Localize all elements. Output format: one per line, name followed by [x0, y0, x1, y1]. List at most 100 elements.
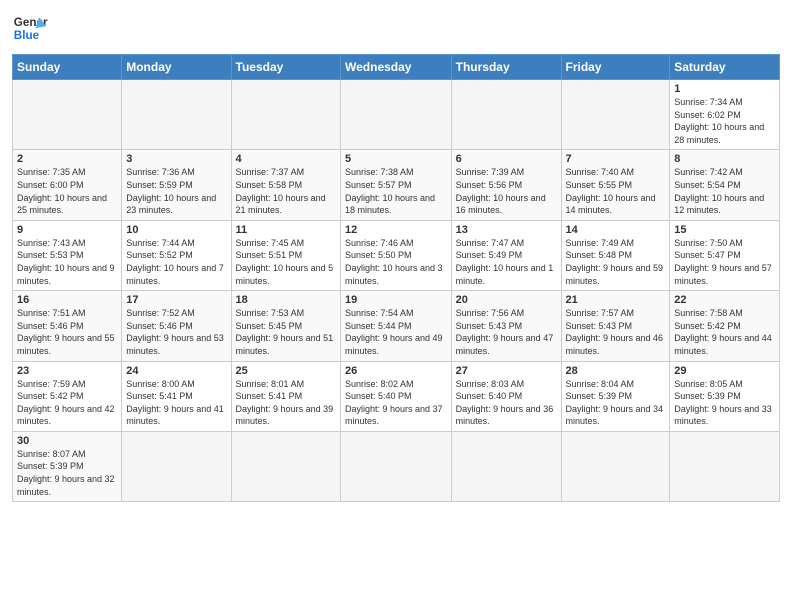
logo-icon: General Blue: [12, 10, 48, 46]
day-cell: [670, 431, 780, 501]
week-row-3: 16Sunrise: 7:51 AMSunset: 5:46 PMDayligh…: [13, 291, 780, 361]
day-cell: 13Sunrise: 7:47 AMSunset: 5:49 PMDayligh…: [451, 220, 561, 290]
day-number: 30: [17, 435, 117, 447]
day-info: Sunrise: 7:47 AMSunset: 5:49 PMDaylight:…: [456, 237, 557, 287]
day-info: Sunrise: 7:37 AMSunset: 5:58 PMDaylight:…: [236, 166, 336, 216]
weekday-friday: Friday: [561, 55, 670, 80]
day-number: 15: [674, 224, 775, 236]
day-info: Sunrise: 7:45 AMSunset: 5:51 PMDaylight:…: [236, 237, 336, 287]
day-info: Sunrise: 7:42 AMSunset: 5:54 PMDaylight:…: [674, 166, 775, 216]
day-number: 8: [674, 153, 775, 165]
day-info: Sunrise: 7:43 AMSunset: 5:53 PMDaylight:…: [17, 237, 117, 287]
day-info: Sunrise: 7:50 AMSunset: 5:47 PMDaylight:…: [674, 237, 775, 287]
day-cell: 10Sunrise: 7:44 AMSunset: 5:52 PMDayligh…: [122, 220, 231, 290]
day-cell: [122, 431, 231, 501]
day-number: 3: [126, 153, 226, 165]
day-cell: 17Sunrise: 7:52 AMSunset: 5:46 PMDayligh…: [122, 291, 231, 361]
day-cell: 8Sunrise: 7:42 AMSunset: 5:54 PMDaylight…: [670, 150, 780, 220]
svg-text:Blue: Blue: [14, 29, 40, 42]
day-info: Sunrise: 7:36 AMSunset: 5:59 PMDaylight:…: [126, 166, 226, 216]
day-info: Sunrise: 8:03 AMSunset: 5:40 PMDaylight:…: [456, 378, 557, 428]
day-info: Sunrise: 8:05 AMSunset: 5:39 PMDaylight:…: [674, 378, 775, 428]
day-cell: [341, 431, 452, 501]
day-cell: 20Sunrise: 7:56 AMSunset: 5:43 PMDayligh…: [451, 291, 561, 361]
day-cell: 6Sunrise: 7:39 AMSunset: 5:56 PMDaylight…: [451, 150, 561, 220]
day-number: 29: [674, 365, 775, 377]
day-info: Sunrise: 7:51 AMSunset: 5:46 PMDaylight:…: [17, 307, 117, 357]
day-number: 18: [236, 294, 336, 306]
day-info: Sunrise: 7:34 AMSunset: 6:02 PMDaylight:…: [674, 96, 775, 146]
day-number: 1: [674, 83, 775, 95]
day-info: Sunrise: 7:44 AMSunset: 5:52 PMDaylight:…: [126, 237, 226, 287]
day-number: 20: [456, 294, 557, 306]
week-row-2: 9Sunrise: 7:43 AMSunset: 5:53 PMDaylight…: [13, 220, 780, 290]
day-number: 19: [345, 294, 447, 306]
day-number: 16: [17, 294, 117, 306]
day-number: 12: [345, 224, 447, 236]
day-cell: 7Sunrise: 7:40 AMSunset: 5:55 PMDaylight…: [561, 150, 670, 220]
day-number: 10: [126, 224, 226, 236]
logo: General Blue: [12, 10, 48, 46]
day-cell: 30Sunrise: 8:07 AMSunset: 5:39 PMDayligh…: [13, 431, 122, 501]
day-cell: 18Sunrise: 7:53 AMSunset: 5:45 PMDayligh…: [231, 291, 340, 361]
day-cell: 12Sunrise: 7:46 AMSunset: 5:50 PMDayligh…: [341, 220, 452, 290]
day-number: 4: [236, 153, 336, 165]
day-cell: [561, 431, 670, 501]
day-cell: 27Sunrise: 8:03 AMSunset: 5:40 PMDayligh…: [451, 361, 561, 431]
header: General Blue: [12, 10, 780, 46]
day-cell: 29Sunrise: 8:05 AMSunset: 5:39 PMDayligh…: [670, 361, 780, 431]
day-number: 24: [126, 365, 226, 377]
week-row-5: 30Sunrise: 8:07 AMSunset: 5:39 PMDayligh…: [13, 431, 780, 501]
day-cell: 3Sunrise: 7:36 AMSunset: 5:59 PMDaylight…: [122, 150, 231, 220]
day-cell: [561, 80, 670, 150]
day-cell: 2Sunrise: 7:35 AMSunset: 6:00 PMDaylight…: [13, 150, 122, 220]
day-info: Sunrise: 7:46 AMSunset: 5:50 PMDaylight:…: [345, 237, 447, 287]
day-info: Sunrise: 7:49 AMSunset: 5:48 PMDaylight:…: [566, 237, 666, 287]
weekday-monday: Monday: [122, 55, 231, 80]
day-number: 2: [17, 153, 117, 165]
day-info: Sunrise: 8:00 AMSunset: 5:41 PMDaylight:…: [126, 378, 226, 428]
day-info: Sunrise: 7:35 AMSunset: 6:00 PMDaylight:…: [17, 166, 117, 216]
calendar: SundayMondayTuesdayWednesdayThursdayFrid…: [12, 54, 780, 502]
day-cell: 15Sunrise: 7:50 AMSunset: 5:47 PMDayligh…: [670, 220, 780, 290]
day-cell: 5Sunrise: 7:38 AMSunset: 5:57 PMDaylight…: [341, 150, 452, 220]
day-number: 6: [456, 153, 557, 165]
day-number: 9: [17, 224, 117, 236]
week-row-4: 23Sunrise: 7:59 AMSunset: 5:42 PMDayligh…: [13, 361, 780, 431]
day-cell: [122, 80, 231, 150]
day-info: Sunrise: 8:04 AMSunset: 5:39 PMDaylight:…: [566, 378, 666, 428]
day-cell: 22Sunrise: 7:58 AMSunset: 5:42 PMDayligh…: [670, 291, 780, 361]
day-number: 11: [236, 224, 336, 236]
day-cell: 16Sunrise: 7:51 AMSunset: 5:46 PMDayligh…: [13, 291, 122, 361]
day-info: Sunrise: 7:57 AMSunset: 5:43 PMDaylight:…: [566, 307, 666, 357]
day-info: Sunrise: 8:07 AMSunset: 5:39 PMDaylight:…: [17, 448, 117, 498]
day-number: 27: [456, 365, 557, 377]
day-cell: 24Sunrise: 8:00 AMSunset: 5:41 PMDayligh…: [122, 361, 231, 431]
day-info: Sunrise: 7:52 AMSunset: 5:46 PMDaylight:…: [126, 307, 226, 357]
day-cell: 1Sunrise: 7:34 AMSunset: 6:02 PMDaylight…: [670, 80, 780, 150]
day-number: 23: [17, 365, 117, 377]
day-cell: [451, 431, 561, 501]
day-info: Sunrise: 7:38 AMSunset: 5:57 PMDaylight:…: [345, 166, 447, 216]
weekday-sunday: Sunday: [13, 55, 122, 80]
day-cell: 19Sunrise: 7:54 AMSunset: 5:44 PMDayligh…: [341, 291, 452, 361]
day-cell: [231, 80, 340, 150]
day-info: Sunrise: 8:02 AMSunset: 5:40 PMDaylight:…: [345, 378, 447, 428]
day-number: 13: [456, 224, 557, 236]
weekday-header-row: SundayMondayTuesdayWednesdayThursdayFrid…: [13, 55, 780, 80]
day-cell: 28Sunrise: 8:04 AMSunset: 5:39 PMDayligh…: [561, 361, 670, 431]
day-number: 26: [345, 365, 447, 377]
day-number: 7: [566, 153, 666, 165]
day-number: 25: [236, 365, 336, 377]
day-number: 21: [566, 294, 666, 306]
day-number: 28: [566, 365, 666, 377]
day-info: Sunrise: 7:54 AMSunset: 5:44 PMDaylight:…: [345, 307, 447, 357]
day-info: Sunrise: 7:58 AMSunset: 5:42 PMDaylight:…: [674, 307, 775, 357]
weekday-saturday: Saturday: [670, 55, 780, 80]
day-cell: 11Sunrise: 7:45 AMSunset: 5:51 PMDayligh…: [231, 220, 340, 290]
day-info: Sunrise: 8:01 AMSunset: 5:41 PMDaylight:…: [236, 378, 336, 428]
day-number: 14: [566, 224, 666, 236]
day-cell: [13, 80, 122, 150]
day-cell: 4Sunrise: 7:37 AMSunset: 5:58 PMDaylight…: [231, 150, 340, 220]
day-cell: [231, 431, 340, 501]
